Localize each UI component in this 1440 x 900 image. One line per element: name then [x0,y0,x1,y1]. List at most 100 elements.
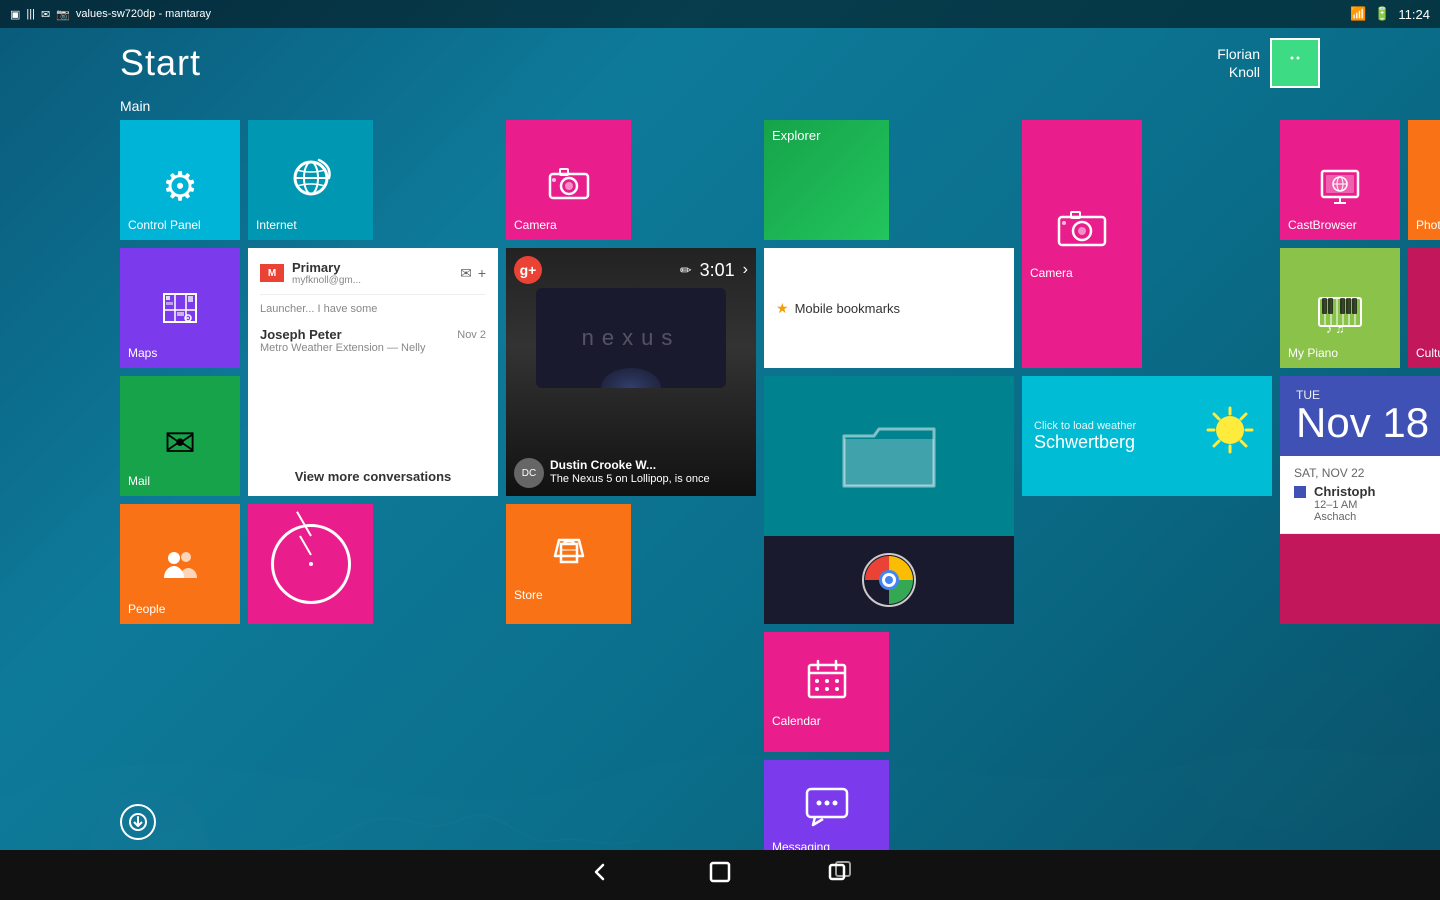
mail-header-left: M Primary myfknoll@gm... [260,260,361,286]
clock-minute-hand [296,511,312,536]
tile-store[interactable]: Store [506,504,631,624]
nexus-label: nexus [582,325,681,351]
clock-center [309,562,313,566]
store-label: Store [514,588,543,602]
nav-bar [0,850,1440,900]
gplus-post: DC Dustin Crooke W... The Nexus 5 on Lol… [514,458,748,488]
post-author-name: Dustin Crooke W... [550,458,710,472]
internet-label: Internet [256,218,297,232]
device-info: values-sw720dp - mantaray [76,8,211,20]
explorer-label: Explorer [772,128,881,143]
chrome-icon [861,552,917,608]
store-icon [547,526,591,580]
tile-photos[interactable]: Photos [1408,120,1440,240]
mail-icon: ✉ [164,421,196,466]
wifi-icon: 📶 [1350,6,1366,22]
col5: Camera Click to load weather Schwertberg [1022,120,1272,880]
tile-mail[interactable]: ✉ Mail [120,376,240,496]
time-display: 11:24 [1398,7,1430,22]
post-text: The Nexus 5 on Lollipop, is once [550,472,710,486]
tile-mail-widget[interactable]: M Primary myfknoll@gm... ✉ + Launcher...… [248,248,498,496]
mail-subject: Metro Weather Extension — Nelly [260,342,486,354]
star-icon: ★ [776,300,789,317]
post-content: Dustin Crooke W... The Nexus 5 on Lollip… [550,458,710,486]
cal-event-date: SAT, NOV 22 [1294,466,1440,480]
mail-action-icons: ✉ + [460,265,486,282]
gplus-icon: g+ [514,256,542,284]
section-label: Main [120,98,150,114]
pencil-icon: ✏ [680,262,692,279]
mail-widget-header: M Primary myfknoll@gm... ✉ + [260,260,486,295]
camera2-label: Camera [1030,266,1073,280]
mail-account-name: Primary [292,260,361,275]
bookmarks-label: Mobile bookmarks [795,301,901,316]
tile-cultural-tirol[interactable]: 🦅 Cultural Tirol [1408,248,1440,368]
user-avatar [1270,38,1320,88]
camera2-icon [1057,209,1107,254]
col1: ⚙ Control Panel Maps [120,120,240,880]
tile-control-panel[interactable]: ⚙ Control Panel [120,120,240,240]
tile-gplus[interactable]: g+ ✏ 3:01 › nexus DC Dustin Cro [506,248,756,496]
people-label: People [128,602,165,616]
cal-event-item: Christoph 12–1 AM Aschach [1294,484,1440,523]
cultural-label: Cultural Tirol [1416,346,1440,360]
tile-bookmarks[interactable]: ★ Mobile bookmarks [764,248,1014,368]
tile-weather[interactable]: Click to load weather Schwertberg [1022,376,1272,496]
maps-icon [160,288,200,338]
cast-label: CastBrowser [1288,218,1357,232]
view-more-conversations[interactable]: View more conversations [260,461,486,484]
piano-label: My Piano [1288,346,1338,360]
photos-label: Photos [1416,218,1440,232]
mail-sender: Joseph Peter [260,327,342,342]
back-button[interactable] [580,852,620,898]
weather-click-label: Click to load weather [1034,420,1136,432]
messaging-icon [805,787,849,832]
ie-icon [289,156,333,210]
tile-cast-browser[interactable]: CastBrowser [1280,120,1400,240]
cal-event-details: Christoph 12–1 AM Aschach [1314,484,1375,523]
calendar-icon [805,657,849,706]
folder-area [764,376,1014,536]
cal-event-time: 12–1 AM [1314,499,1375,511]
piano-icon: ♪ ♫ [1318,297,1362,338]
tile-clock[interactable] [248,504,373,624]
mail-compose-icon[interactable]: ✉ [460,265,472,282]
tiles-container: ⚙ Control Panel Maps [120,120,1340,880]
battery-icon: 🔋 [1374,6,1390,22]
recents-button[interactable] [820,852,860,898]
user-name: Florian Knoll [1217,45,1260,81]
top-header: Start Florian Knoll [0,28,1440,98]
tile-people[interactable]: People [120,504,240,624]
tile-calendar[interactable]: Calendar [764,632,889,752]
col6-row2: ♪ ♫ My Piano 🦅 Cultural Tirol [1280,248,1440,368]
tile-chrome-folder[interactable] [764,376,1014,624]
mail-preview: Launcher... I have some [260,303,486,315]
control-panel-label: Control Panel [128,218,201,232]
tile-calendar-widget[interactable]: TUE Nov 18 SAT, NOV 22 Christoph 12–1 AM… [1280,376,1440,624]
people-icon [160,544,200,594]
mail-add-icon[interactable]: + [478,265,486,282]
col6-row1: CastBrowser Photos [1280,120,1440,240]
camera-icon [548,166,590,210]
status-bar-right: 📶 🔋 11:24 [1350,6,1430,22]
cal-day-label: TUE [1296,388,1440,402]
tile-camera1[interactable]: Camera [506,120,631,240]
cal-bottom-area [1280,534,1440,624]
tile-maps[interactable]: Maps [120,248,240,368]
col6: CastBrowser Photos [1280,120,1440,880]
home-button[interactable] [700,852,740,898]
tile-camera2[interactable]: Camera [1022,120,1142,368]
nexus-screen: nexus [536,288,726,388]
tile-explorer[interactable]: Explorer [764,120,889,240]
download-button[interactable] [120,804,156,840]
tile-my-piano[interactable]: ♪ ♫ My Piano [1280,248,1400,368]
cal-event-name: Christoph [1314,484,1375,499]
tile-internet[interactable]: Internet [248,120,373,240]
notification-icon-2: ||| [26,8,35,20]
gmail-icon: M [260,264,284,282]
mail-account-email: myfknoll@gm... [292,275,361,286]
gear-icon: ⚙ [162,164,198,210]
mail-item-1: Joseph Peter Nov 2 Metro Weather Extensi… [260,327,486,354]
clock-face [271,524,351,604]
svg-text:♪ ♫: ♪ ♫ [1326,322,1344,333]
